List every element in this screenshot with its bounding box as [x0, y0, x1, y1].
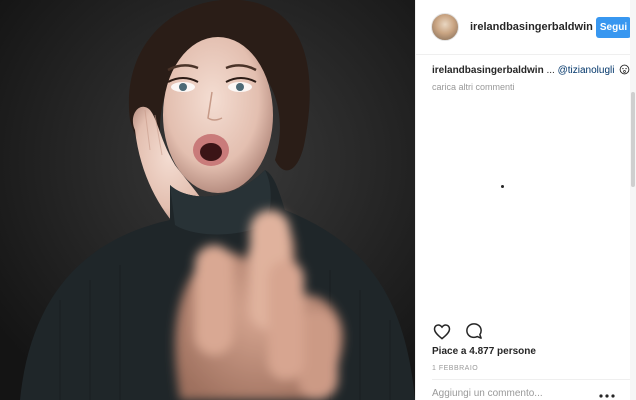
- post-photo[interactable]: [0, 0, 415, 400]
- comment-input[interactable]: [432, 381, 592, 399]
- comment-form: [432, 379, 632, 400]
- loading-dot: [501, 185, 504, 188]
- header-username[interactable]: irelandbasingerbaldwin: [470, 21, 593, 33]
- caption-mention[interactable]: @tizianolugli: [558, 65, 615, 76]
- profile-avatar[interactable]: [431, 13, 459, 41]
- comment-bubble-icon[interactable]: [464, 321, 484, 341]
- caption-ellipsis: ...: [546, 65, 555, 76]
- scrollbar[interactable]: [630, 0, 636, 400]
- post-header: irelandbasingerbaldwin Segui: [416, 0, 636, 55]
- post-side-panel: irelandbasingerbaldwin Segui irelandbasi…: [415, 0, 636, 400]
- portrait-image: [0, 0, 415, 400]
- load-more-comments-link[interactable]: carica altri commenti: [432, 82, 515, 92]
- scrollbar-thumb[interactable]: [631, 92, 635, 187]
- action-bar: [432, 321, 484, 341]
- face-icon: [619, 64, 630, 80]
- heart-icon[interactable]: [432, 321, 452, 341]
- more-options-icon[interactable]: [598, 388, 616, 398]
- likes-count[interactable]: Piace a 4.877 persone: [432, 346, 536, 357]
- follow-button[interactable]: Segui: [596, 17, 631, 38]
- caption-username[interactable]: irelandbasingerbaldwin: [432, 65, 544, 76]
- caption: irelandbasingerbaldwin ... @tizianolugli: [432, 64, 632, 80]
- post-date[interactable]: 1 FEBBRAIO: [432, 365, 478, 372]
